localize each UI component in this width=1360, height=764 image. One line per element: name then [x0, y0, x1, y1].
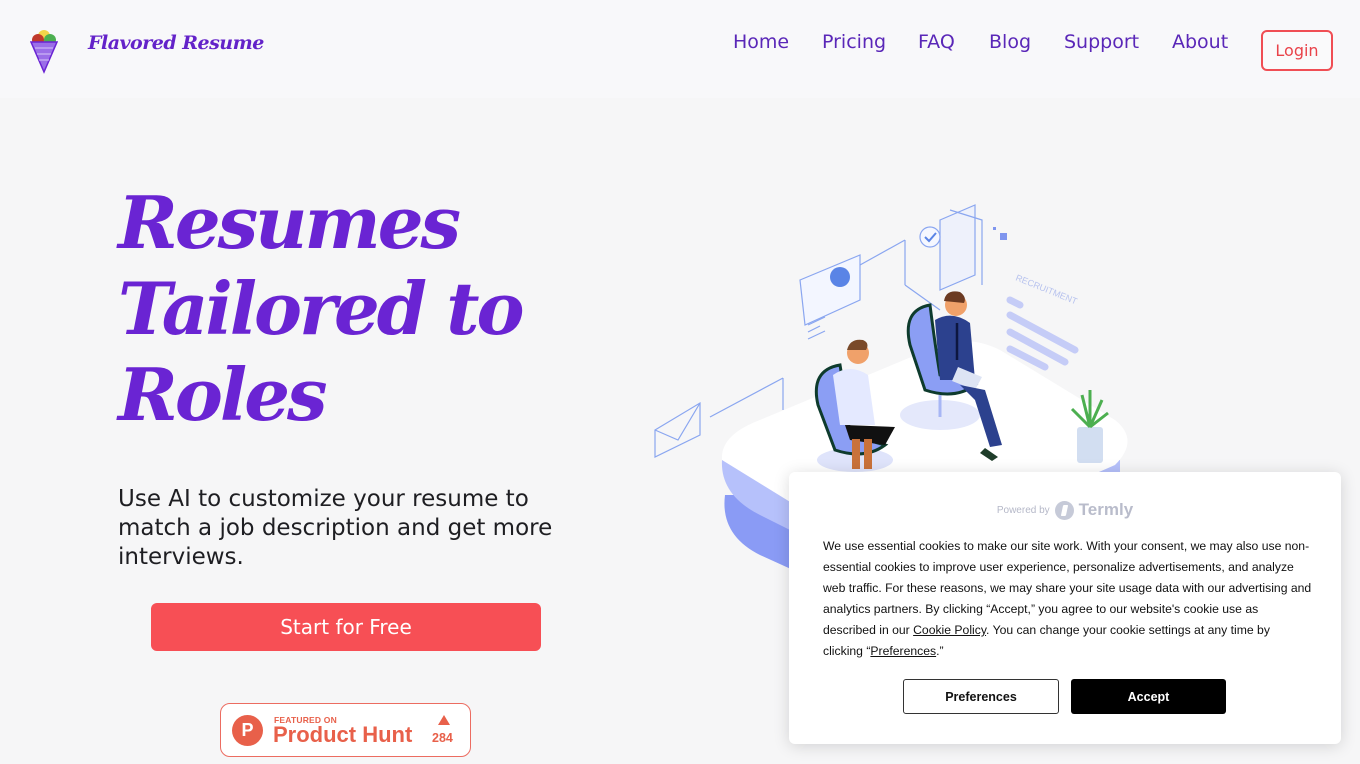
- brand-name[interactable]: Flavored Resume: [88, 32, 264, 54]
- hero-title: Resumes Tailored to Roles: [118, 180, 524, 438]
- preferences-button[interactable]: Preferences: [903, 679, 1059, 714]
- cookie-consent-banner: Powered by Termly We use essential cooki…: [789, 472, 1341, 744]
- upvote-arrow-icon: [438, 715, 450, 725]
- nav-support[interactable]: Support: [1064, 31, 1139, 53]
- hero-title-line: Tailored to: [118, 266, 524, 351]
- powered-by-label: Powered by: [996, 504, 1050, 516]
- cookie-policy-link[interactable]: Cookie Policy: [913, 623, 986, 637]
- accept-button[interactable]: Accept: [1071, 679, 1226, 714]
- product-hunt-badge[interactable]: P FEATURED ON Product Hunt 284: [220, 703, 471, 757]
- preferences-link[interactable]: Preferences: [870, 644, 936, 658]
- nav-about[interactable]: About: [1172, 31, 1228, 53]
- cookie-message: We use essential cookies to make our sit…: [823, 536, 1313, 662]
- nav-home[interactable]: Home: [733, 31, 789, 53]
- hero-title-line: Roles: [118, 352, 328, 437]
- upvote-count: 284: [432, 731, 453, 745]
- hero-subtitle: Use AI to customize your resume to match…: [118, 486, 553, 570]
- recruitment-bars: [1006, 296, 1079, 371]
- product-hunt-name: Product Hunt: [273, 722, 413, 747]
- recruitment-label: RECRUITMENT: [1014, 273, 1079, 307]
- nav-pricing[interactable]: Pricing: [822, 31, 886, 53]
- hero-title-line: Resumes: [118, 180, 461, 265]
- login-button[interactable]: Login: [1261, 30, 1333, 71]
- ice-cream-logo-icon[interactable]: [30, 28, 58, 74]
- start-for-free-button[interactable]: Start for Free: [151, 603, 541, 651]
- nav-faq[interactable]: FAQ: [918, 31, 955, 53]
- termly-logo-icon: [1054, 500, 1074, 520]
- product-hunt-logo-icon: P: [232, 715, 263, 746]
- site-header: Flavored Resume Home Pricing FAQ Blog Su…: [0, 0, 1360, 98]
- powered-by-termly[interactable]: Powered by Termly: [789, 500, 1341, 520]
- nav-blog[interactable]: Blog: [989, 31, 1031, 53]
- document-card: [919, 204, 983, 291]
- termly-name: Termly: [1078, 500, 1134, 519]
- cookie-text-part: .”: [936, 644, 944, 658]
